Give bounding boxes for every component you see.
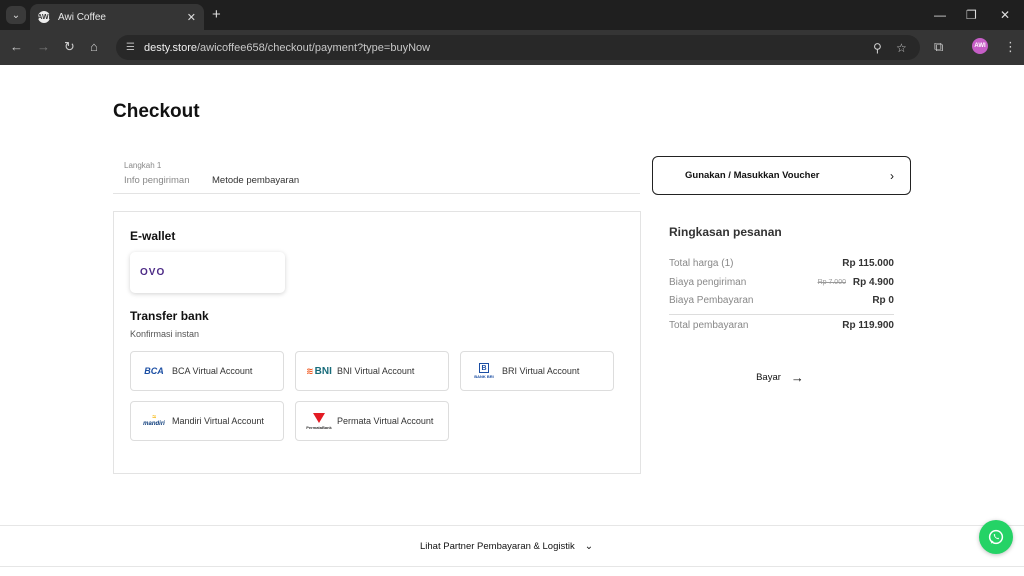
tab-title: Awi Coffee	[58, 11, 106, 23]
browser-tab-bar: ⌄ AWI Awi Coffee ✕ + — ❐ ✕	[0, 0, 1024, 30]
step-metode-pembayaran[interactable]: Metode pembayaran	[212, 175, 299, 186]
shipping-original-price: Rp 7.000	[817, 279, 846, 286]
mandiri-logo-icon: ≈ mandiri	[143, 414, 165, 427]
page-title: Checkout	[113, 101, 200, 122]
ewallet-title: E-wallet	[130, 229, 176, 243]
close-window-icon[interactable]: ✕	[1000, 7, 1010, 23]
pay-button[interactable]: Bayar →	[740, 366, 820, 388]
browser-toolbar: ← → ↻ ⌂ ☰ desty.store/awicoffee658/check…	[0, 30, 1024, 65]
arrow-right-icon: →	[790, 369, 804, 385]
star-icon[interactable]: ☆	[896, 41, 907, 55]
new-tab-plus-icon[interactable]: +	[212, 6, 221, 24]
reload-icon[interactable]: ↻	[64, 39, 75, 55]
menu-icon[interactable]: ⋮	[1004, 39, 1017, 55]
bri-logo-icon: B BANK BRI	[474, 363, 494, 379]
close-tab-icon[interactable]: ✕	[187, 11, 196, 24]
permata-logo-icon: PermataBank	[305, 412, 333, 430]
footer-divider	[0, 525, 1024, 526]
grand-total-label: Total pembayaran	[669, 320, 749, 331]
bca-va-label: BCA Virtual Account	[172, 366, 253, 376]
ovo-logo-icon: OVO	[140, 267, 166, 278]
pay-label: Bayar	[756, 371, 781, 383]
bank-transfer-subtitle: Konfirmasi instan	[130, 329, 200, 339]
summary-divider	[669, 314, 894, 315]
site-info-icon[interactable]: ☰	[126, 42, 140, 53]
payment-methods-panel: E-wallet OVO Transfer bank Konfirmasi in…	[113, 211, 641, 474]
browser-tab[interactable]: AWI Awi Coffee ✕	[30, 4, 204, 30]
step-info-pengiriman[interactable]: Info pengiriman	[124, 175, 189, 186]
bni-va-option[interactable]: ≋ BNI BNI Virtual Account	[295, 351, 449, 391]
mandiri-va-option[interactable]: ≈ mandiri Mandiri Virtual Account	[130, 401, 284, 441]
step-number: Langkah 1	[124, 161, 162, 170]
bca-logo-icon: BCA	[144, 366, 164, 376]
summary-row-total-price: Total harga (1) Rp 115.000	[669, 258, 894, 272]
bri-va-option[interactable]: B BANK BRI BRI Virtual Account	[460, 351, 614, 391]
bca-va-option[interactable]: BCA BCA Virtual Account	[130, 351, 284, 391]
permata-va-label: Permata Virtual Account	[337, 416, 434, 426]
profile-avatar[interactable]: AWI	[972, 38, 988, 54]
home-icon[interactable]: ⌂	[90, 39, 98, 55]
total-price-value: Rp 115.000	[842, 258, 894, 269]
bni-logo-icon: ≋ BNI	[306, 365, 332, 377]
mandiri-va-label: Mandiri Virtual Account	[172, 416, 264, 426]
bank-transfer-title: Transfer bank	[130, 309, 209, 323]
minimize-icon[interactable]: —	[934, 7, 946, 23]
chevron-right-icon: ›	[890, 168, 894, 183]
voucher-button[interactable]: Gunakan / Masukkan Voucher ›	[652, 156, 911, 195]
url-host: desty.store	[144, 41, 197, 54]
total-price-label: Total harga (1)	[669, 258, 734, 269]
summary-row-grand-total: Total pembayaran Rp 119.900	[669, 320, 894, 334]
url-text: desty.store/awicoffee658/checkout/paymen…	[144, 42, 430, 54]
extensions-icon[interactable]: ⧉	[934, 39, 943, 55]
forward-icon[interactable]: →	[37, 39, 50, 55]
voucher-label: Gunakan / Masukkan Voucher	[685, 170, 820, 181]
url-path: /awicoffee658/checkout/payment?type=buyN…	[197, 41, 431, 54]
bri-va-label: BRI Virtual Account	[502, 366, 580, 376]
whatsapp-button[interactable]	[979, 520, 1013, 554]
bni-va-label: BNI Virtual Account	[337, 366, 415, 376]
ovo-option[interactable]: OVO	[130, 252, 285, 293]
permata-va-option[interactable]: PermataBank Permata Virtual Account	[295, 401, 449, 441]
partner-link-label: Lihat Partner Pembayaran & Logistik	[420, 541, 575, 552]
back-icon[interactable]: ←	[10, 39, 23, 55]
whatsapp-icon	[988, 529, 1004, 545]
summary-title: Ringkasan pesanan	[669, 225, 782, 239]
payment-fee-label: Biaya Pembayaran	[669, 295, 754, 306]
zoom-icon[interactable]: ⚲	[873, 41, 882, 55]
shipping-value: Rp 4.900	[852, 277, 894, 288]
footer-bottom	[0, 566, 1024, 576]
partner-link[interactable]: Lihat Partner Pembayaran & Logistik ⌄	[420, 541, 593, 552]
summary-row-payment-fee: Biaya Pembayaran Rp 0	[669, 295, 894, 309]
summary-row-shipping: Biaya pengiriman Rp 7.000 Rp 4.900	[669, 277, 894, 291]
payment-fee-value: Rp 0	[872, 295, 894, 306]
chevron-down-icon: ⌄	[584, 541, 594, 552]
shipping-label: Biaya pengiriman	[669, 277, 747, 288]
favicon-icon: AWI	[37, 11, 51, 23]
restore-icon[interactable]: ❐	[966, 7, 977, 23]
tab-search-icon[interactable]: ⌄	[6, 6, 26, 24]
checkout-steps: Langkah 1 Info pengiriman Metode pembaya…	[113, 156, 640, 194]
address-bar[interactable]: ☰ desty.store/awicoffee658/checkout/paym…	[116, 35, 920, 60]
grand-total-value: Rp 119.900	[842, 320, 894, 331]
